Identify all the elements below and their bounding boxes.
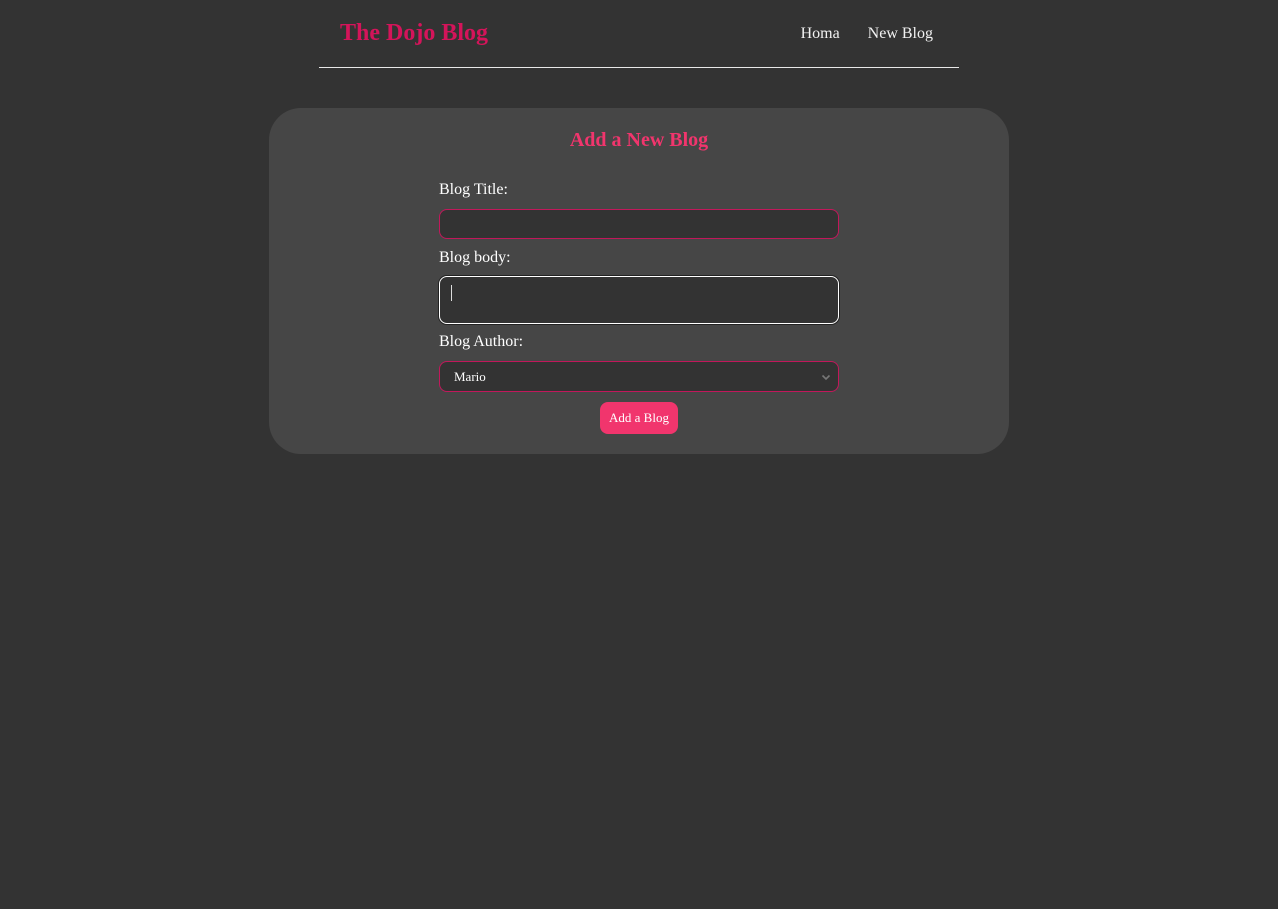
nav-link-new-blog[interactable]: New Blog (868, 24, 933, 44)
site-brand[interactable]: The Dojo Blog (340, 18, 488, 48)
blog-title-label: Blog Title: (439, 181, 508, 198)
blog-body-label: Blog body: (439, 249, 511, 266)
blog-title-input[interactable] (439, 209, 839, 239)
nav-links: Homa New Blog (801, 24, 933, 44)
nav-link-home[interactable]: Homa (801, 24, 840, 44)
navbar: The Dojo Blog Homa New Blog (319, 0, 959, 68)
blog-body-textarea[interactable] (439, 276, 839, 324)
blog-author-select[interactable]: Mario (439, 361, 839, 392)
blog-author-selected: Mario (454, 369, 486, 384)
blog-author-label: Blog Author: (439, 333, 524, 350)
add-blog-button[interactable]: Add a Blog (600, 402, 678, 434)
text-cursor (451, 285, 452, 301)
page-title: Add a New Blog (569, 129, 709, 151)
chevron-down-icon (821, 374, 831, 381)
